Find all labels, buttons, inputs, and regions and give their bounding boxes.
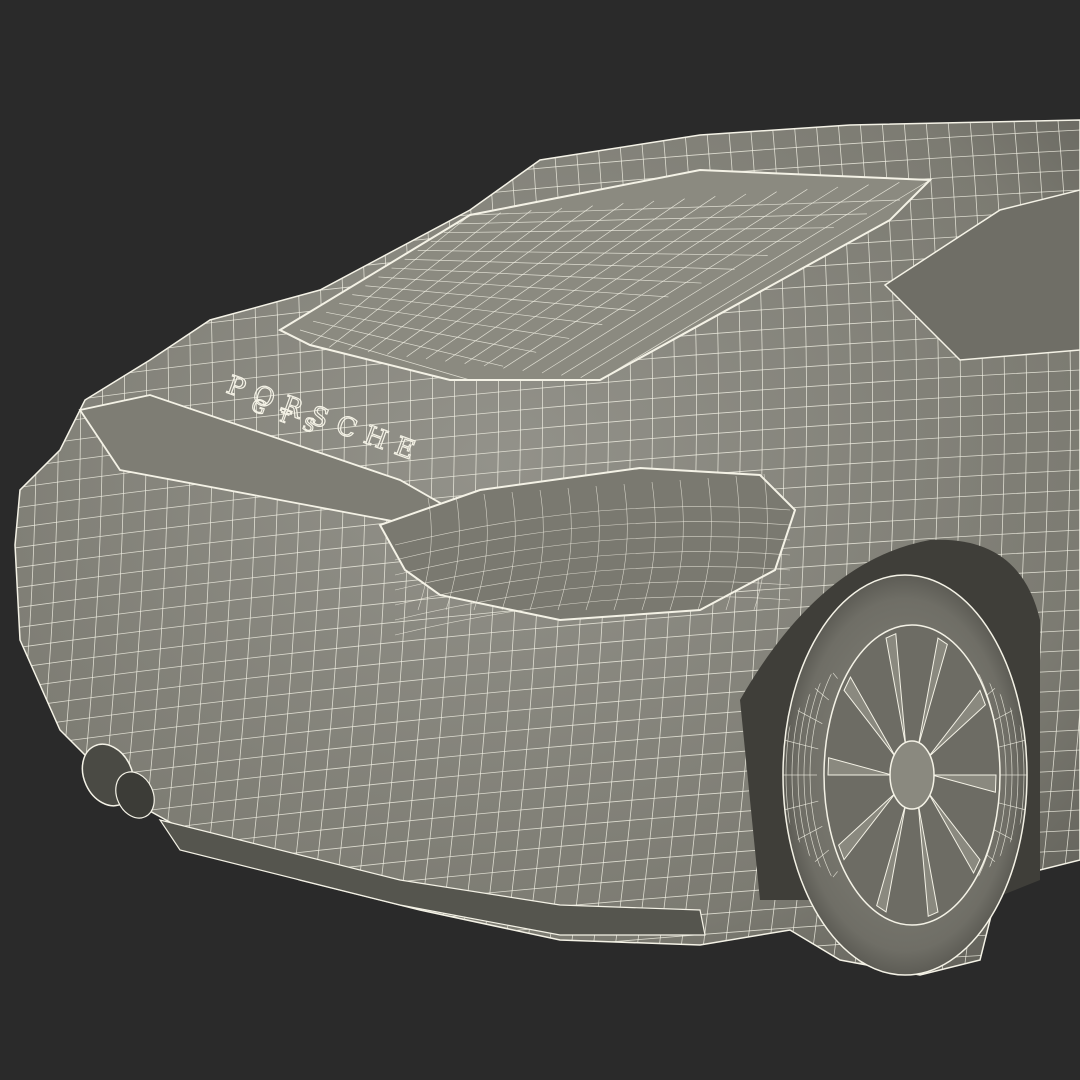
render-viewport: PORSCHE GTS: [0, 0, 1080, 1080]
hub: [889, 740, 935, 810]
car-wireframe-scene: PORSCHE GTS: [14, 119, 1080, 976]
rear-wheel: [782, 574, 1028, 976]
